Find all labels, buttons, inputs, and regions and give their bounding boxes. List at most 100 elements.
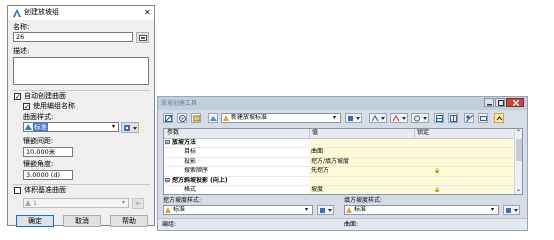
maximize-icon [498, 100, 504, 106]
maximize-button[interactable] [495, 98, 505, 107]
grid-param-cell: 目标 [184, 148, 197, 155]
name-input[interactable]: 26 [13, 32, 133, 42]
grading-volume-tools-button[interactable] [448, 113, 458, 123]
collapse-panel-button[interactable] [494, 113, 504, 123]
create-grading-button[interactable] [369, 113, 387, 123]
lock-icon[interactable]: 🔒 [414, 186, 522, 194]
ok-button[interactable]: 确定 [16, 215, 54, 227]
volume-base-surface-checkbox[interactable] [14, 187, 21, 194]
criteria-edit-button[interactable] [345, 113, 362, 123]
cancel-button[interactable]: 取消 [63, 215, 101, 227]
edit-grading-button[interactable] [411, 113, 429, 123]
elevation-editor-icon [436, 115, 443, 122]
grading-editor-icon [466, 115, 473, 122]
chevron-down-icon[interactable]: ▾ [491, 206, 494, 214]
tessellation-angle-input[interactable]: 3.0000 (d) [23, 170, 73, 180]
grading-editor-button[interactable] [464, 113, 474, 123]
edit-grading-icon [414, 115, 427, 122]
expand-collapse-icon[interactable]: ⊟ [165, 177, 170, 186]
app-logo-icon [13, 9, 21, 17]
style-edit-icon [124, 125, 137, 131]
description-textarea[interactable] [13, 57, 149, 85]
criteria-select[interactable]: 新建放坡标准 ▾ [221, 113, 341, 123]
minimize-icon [487, 104, 492, 106]
grid-group-row[interactable]: ⊟ 放坡方法 [164, 138, 522, 148]
chevron-down-icon[interactable]: ▾ [305, 206, 308, 214]
lock-column-header[interactable]: 锁定 [414, 129, 429, 138]
grid-row[interactable]: 投影 挖方/填方坡度 [164, 157, 522, 167]
expand-collapse-icon[interactable]: ⊟ [165, 139, 170, 148]
tessellation-spacing-input[interactable]: 10.000米 [23, 147, 73, 157]
surface-style-label: 曲面样式: [23, 113, 54, 121]
fill-slope-style-value: 标准 [354, 206, 367, 213]
edit-criteria-button[interactable] [191, 113, 201, 123]
close-button[interactable] [506, 98, 524, 107]
volume-base-surface-select[interactable]: 1 ▾ [23, 198, 129, 208]
minimize-button[interactable] [484, 98, 494, 107]
select-criteria-button[interactable] [208, 113, 218, 123]
param-column-header[interactable]: 参数 [167, 129, 179, 138]
chevron-down-icon[interactable]: ▾ [122, 199, 125, 207]
scroll-up-icon[interactable]: ⌃ [516, 129, 521, 137]
create-grading-group-dialog: 创建放坡组 ✕ 名称: 26 描述: ✓ 自动创建曲面 ✓ 使用编组名称 曲面样… [7, 5, 155, 227]
scroll-down-icon[interactable]: ⌄ [516, 186, 521, 194]
grid-row[interactable]: 目标 曲面 [164, 148, 522, 158]
delete-grading-icon [393, 115, 406, 122]
tools-titlebar[interactable]: 放坡创建工具 [158, 97, 527, 110]
close-icon [513, 100, 519, 106]
surface-style-edit-button[interactable] [121, 122, 139, 133]
collapse-chevron-icon [496, 116, 503, 121]
chevron-down-icon[interactable]: ▾ [112, 123, 115, 131]
help-button[interactable]: 帮助 [110, 215, 148, 227]
grid-param-cell: 搜索顺序 [184, 167, 209, 174]
lock-icon[interactable]: 🔒 [414, 167, 522, 176]
tools-toolbar: 新建放坡标准 ▾ [158, 111, 527, 126]
name-template-button[interactable] [136, 32, 149, 43]
tessellation-spacing-value: 10.000米 [26, 148, 56, 156]
divider [13, 184, 150, 185]
view-button[interactable] [478, 113, 488, 123]
grid-value-cell[interactable]: 坡度 [309, 186, 416, 194]
fill-slope-style-label: 填方坡度样式: [344, 197, 383, 204]
fill-slope-style-select[interactable]: 标准 ▾ [344, 205, 499, 215]
edit-dropdown-icon [320, 208, 332, 213]
delete-grading-button[interactable] [390, 113, 408, 123]
surface-style-select[interactable]: 标准 ▾ [23, 122, 119, 132]
tessellation-angle-label: 镶嵌角度: [23, 160, 54, 168]
pick-surface-button[interactable] [132, 198, 144, 209]
edit-dropdown-icon [348, 116, 360, 121]
scrollbar-thumb[interactable] [516, 139, 522, 161]
cut-style-edit-button[interactable] [317, 205, 334, 215]
use-group-name-checkbox[interactable]: ✓ [23, 103, 30, 111]
set-grading-group-button[interactable] [163, 113, 173, 123]
fill-style-edit-button[interactable] [503, 205, 520, 215]
use-group-name-label: 使用编组名称 [33, 102, 75, 110]
edit-dropdown-icon [506, 208, 518, 213]
grid-row[interactable]: 搜索顺序 先挖方 🔒 [164, 167, 522, 177]
grid-lock-cell[interactable] [414, 157, 522, 166]
auto-create-surface-checkbox[interactable]: ✓ [14, 93, 21, 101]
set-target-surface-button[interactable] [177, 113, 187, 123]
grid-param-cell: 放坡方法 [172, 138, 197, 146]
description-label: 描述: [13, 47, 30, 55]
grid-value-cell [309, 138, 522, 147]
tessellation-spacing-label: 镶嵌间距: [23, 137, 54, 145]
style-icon [346, 207, 352, 213]
chevron-down-icon[interactable]: ▾ [333, 114, 336, 122]
grid-value-cell[interactable]: 挖方/填方坡度 [309, 157, 416, 166]
grid-param-cell: 挖方斜坡投影 (向上) [172, 176, 228, 184]
target-surface-icon [179, 115, 186, 122]
criteria-value: 新建放坡标准 [231, 114, 268, 121]
grid-scrollbar[interactable]: ⌃ ⌄ [514, 129, 522, 194]
cut-slope-style-select[interactable]: 标准 ▾ [163, 205, 313, 215]
grid-lock-cell[interactable] [414, 148, 522, 157]
grid-value-cell[interactable]: 先挖方 [309, 167, 416, 176]
close-icon[interactable]: ✕ [144, 7, 151, 18]
grid-group-row[interactable]: ⊟ 挖方斜坡投影 (向上) [164, 176, 522, 186]
surface-style-icon [25, 124, 32, 130]
value-column-header[interactable]: 值 [309, 129, 318, 138]
volume-tools-icon [450, 115, 457, 122]
grid-row[interactable]: 格式 坡度 🔒 [164, 186, 522, 194]
elevation-editor-button[interactable] [434, 113, 444, 123]
grid-value-cell[interactable]: 曲面 [309, 148, 416, 157]
